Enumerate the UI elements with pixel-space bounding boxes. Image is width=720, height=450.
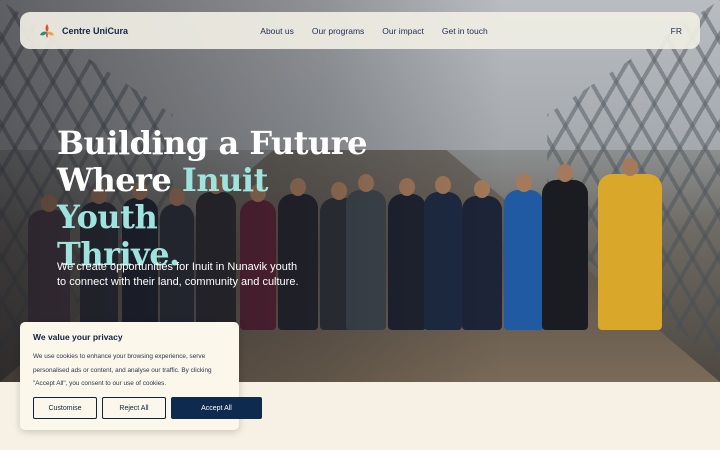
nav-link-our-programs[interactable]: Our programs [312, 26, 364, 36]
top-nav: Centre UniCura About us Our programs Our… [20, 12, 700, 49]
nav-link-our-impact[interactable]: Our impact [382, 26, 424, 36]
customise-button[interactable]: Customise [33, 397, 97, 419]
brand[interactable]: Centre UniCura [38, 22, 128, 40]
cookie-title: We value your privacy [33, 332, 123, 342]
nav-link-get-in-touch[interactable]: Get in touch [442, 26, 488, 36]
brand-name: Centre UniCura [62, 25, 129, 36]
headline-line-1: Building a Future [57, 124, 368, 162]
nav-link-about-us[interactable]: About us [260, 26, 294, 36]
reject-all-button[interactable]: Reject All [102, 397, 166, 419]
accept-all-button[interactable]: Accept All [171, 397, 262, 419]
hero-subtext: We create opportunities for Inuit in Nun… [57, 261, 299, 288]
language-toggle[interactable]: FR [671, 26, 682, 36]
cookie-actions: Customise Reject All Accept All [33, 397, 262, 419]
unicura-logo-icon [38, 22, 56, 40]
cookie-banner: We value your privacy We use cookies to … [20, 322, 262, 430]
cookie-text: We use cookies to enhance your browsing … [33, 353, 212, 387]
headline-line-2-start: Where [57, 161, 182, 199]
hero-headline: Building a Future Where Inuit Youth Thri… [57, 125, 377, 273]
